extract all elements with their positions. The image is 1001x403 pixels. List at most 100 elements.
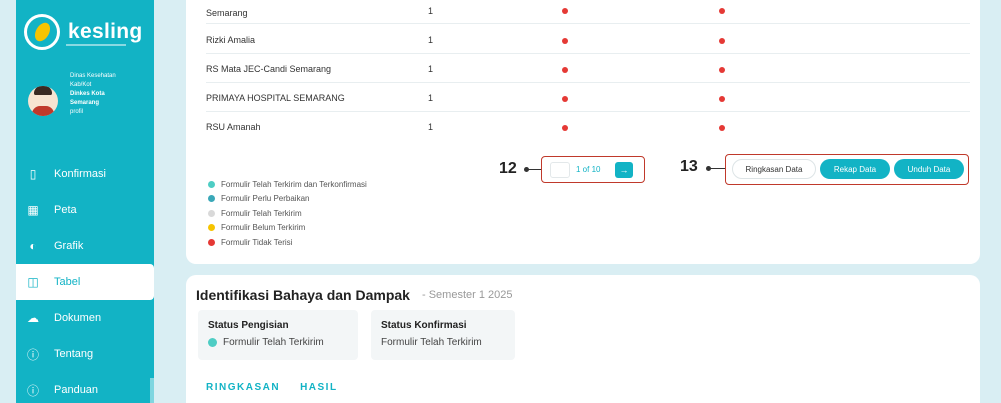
table-row: Rizki Amalia 1 [206, 26, 970, 54]
sidebar: kesling Dinas Kesehatan Kab/Kot Dinkes K… [16, 0, 154, 403]
actions-highlight: Ringkasan Data Rekap Data Unduh Data [725, 154, 969, 185]
brand-name: kesling [68, 20, 143, 43]
next-page-button[interactable]: → [615, 162, 633, 178]
confirm-icon: ▯ [29, 167, 37, 181]
cloud-icon: ☁ [27, 311, 39, 325]
sidebar-scrollbar[interactable] [150, 378, 154, 403]
row-name: Rizki Amalia [206, 35, 256, 45]
status-legend: Formulir Telah Terkirim dan Terkonfirmas… [208, 177, 367, 250]
status-value: Formulir Telah Terkirim [381, 337, 505, 348]
status-dot [562, 96, 568, 102]
sidebar-item-label: Peta [54, 204, 77, 216]
sidebar-item-label: Dokumen [54, 312, 102, 324]
legend-label: Formulir Telah Terkirim dan Terkonfirmas… [221, 179, 367, 189]
row-name: PRIMAYA HOSPITAL SEMARANG [206, 93, 345, 103]
status-pengisian-box: Status Pengisian Formulir Telah Terkirim [198, 310, 358, 360]
page-input[interactable] [550, 162, 570, 178]
sidebar-item-panduan[interactable]: ⓘ Panduan [16, 372, 154, 403]
section-tabs: RINGKASAN HASIL [206, 382, 348, 403]
user-profile[interactable]: Dinas Kesehatan Kab/Kot Dinkes Kota Sema… [28, 72, 116, 117]
chart-icon: ◐ [29, 239, 37, 253]
row-name: Semarang [206, 8, 248, 18]
hazard-section-card: Identifikasi Bahaya dan Dampak - Semeste… [186, 275, 980, 403]
profile-line: Semarang [70, 100, 100, 106]
sidebar-item-peta[interactable]: ▦ Peta [16, 192, 154, 228]
table-row: PRIMAYA HOSPITAL SEMARANG 1 [206, 84, 970, 112]
sidebar-item-label: Panduan [54, 384, 99, 396]
rekap-data-button[interactable]: Rekap Data [820, 159, 890, 179]
table-row: RS Mata JEC-Candi Semarang 1 [206, 55, 970, 83]
status-dot [719, 67, 725, 73]
avatar [28, 86, 58, 116]
legend-item: Formulir Tidak Terisi [208, 235, 367, 250]
legend-item: Formulir Perlu Perbaikan [208, 192, 367, 207]
legend-label: Formulir Telah Terkirim [221, 208, 302, 218]
row-count: 1 [428, 35, 434, 45]
callout-number-12: 12 [499, 160, 517, 177]
status-dot [208, 338, 217, 347]
legend-item: Formulir Telah Terkirim dan Terkonfirmas… [208, 177, 367, 192]
callout-line [708, 168, 726, 169]
profile-line: Dinkes Kota [70, 91, 105, 97]
status-konfirmasi-box: Status Konfirmasi Formulir Telah Terkiri… [371, 310, 515, 360]
row-count: 1 [428, 64, 434, 74]
sidebar-item-label: Konfirmasi [54, 168, 106, 180]
sidebar-item-tentang[interactable]: ⓘ Tentang [16, 336, 154, 372]
unduh-data-button[interactable]: Unduh Data [894, 159, 964, 179]
sidebar-item-konfirmasi[interactable]: ▯ Konfirmasi [16, 156, 154, 192]
sidebar-item-tabel[interactable]: ◫ Tabel [16, 264, 154, 300]
tab-ringkasan[interactable]: RINGKASAN [206, 382, 280, 403]
status-dot [719, 8, 725, 14]
ringkasan-data-button[interactable]: Ringkasan Data [732, 159, 816, 179]
callout-number-13: 13 [680, 158, 698, 175]
status-dot [562, 38, 568, 44]
status-label: Status Pengisian [208, 320, 289, 331]
sidebar-item-label: Tentang [54, 348, 94, 360]
legend-label: Formulir Tidak Terisi [221, 237, 293, 247]
legend-label: Formulir Belum Terkirim [221, 223, 306, 233]
info-icon: ⓘ [26, 347, 39, 362]
callout-line [526, 169, 542, 170]
pagination-highlight: 1 of 10 → [541, 156, 645, 183]
row-name: RS Mata JEC-Candi Semarang [206, 64, 332, 74]
profile-line: Kab/Kot [70, 82, 92, 88]
page-indicator: 1 of 10 [576, 165, 601, 174]
table-row: RSU Amanah 1 [206, 113, 970, 141]
row-count: 1 [428, 6, 434, 16]
status-dot [719, 125, 725, 131]
status-text: Formulir Telah Terkirim [381, 337, 482, 348]
leaf-logo-icon [24, 14, 60, 50]
map-icon: ▦ [27, 203, 39, 217]
sidebar-item-label: Grafik [54, 240, 84, 252]
sidebar-item-dokumen[interactable]: ☁ Dokumen [16, 300, 154, 336]
legend-label: Formulir Perlu Perbaikan [221, 194, 310, 204]
arrow-right-icon: → [619, 165, 629, 175]
status-dot [562, 8, 568, 14]
sidebar-nav: ▯ Konfirmasi ▦ Peta ◐ Grafik ◫ Tabel ☁ D… [16, 156, 154, 403]
status-dot [562, 67, 568, 73]
table-icon: ◫ [27, 275, 39, 289]
status-label: Status Konfirmasi [381, 320, 467, 331]
info-icon: ⓘ [26, 383, 39, 398]
legend-dot [208, 209, 215, 217]
legend-item: Formulir Belum Terkirim [208, 221, 367, 236]
tab-hasil[interactable]: HASIL [290, 382, 348, 403]
row-count: 1 [428, 93, 434, 103]
legend-item: Formulir Telah Terkirim [208, 206, 367, 221]
sidebar-item-label: Tabel [54, 276, 81, 288]
sidebar-item-grafik[interactable]: ◐ Grafik [16, 228, 154, 264]
profile-line: Dinas Kesehatan [70, 73, 116, 79]
legend-dot [208, 195, 215, 203]
status-dot [562, 125, 568, 131]
profile-link[interactable]: profil [70, 108, 116, 117]
legend-dot [208, 224, 215, 232]
brand-tagline-line [66, 44, 126, 46]
legend-dot [208, 180, 215, 188]
section-title: Identifikasi Bahaya dan Dampak [196, 287, 410, 303]
row-count: 1 [428, 122, 434, 132]
status-dot [719, 96, 725, 102]
profile-text: Dinas Kesehatan Kab/Kot Dinkes Kota Sema… [70, 72, 116, 117]
status-value: Formulir Telah Terkirim [208, 337, 348, 348]
section-subtitle: - Semester 1 2025 [422, 289, 513, 301]
legend-dot [208, 238, 215, 246]
